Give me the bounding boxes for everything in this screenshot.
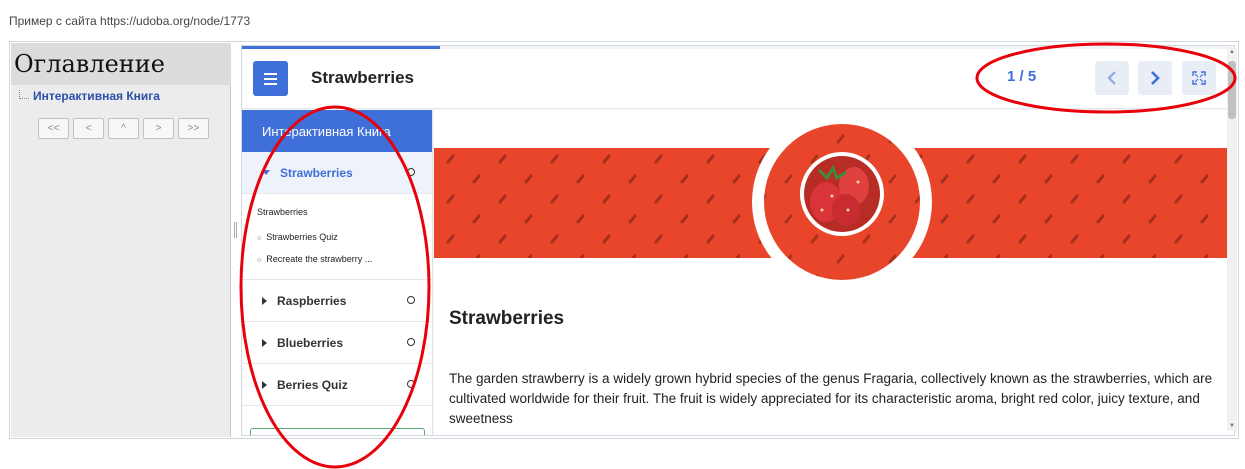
content-heading: Strawberries	[449, 308, 565, 329]
section-recreate-strawberry[interactable]: Recreate the strawberry ...	[257, 253, 432, 266]
fullscreen-button[interactable]	[1182, 61, 1216, 95]
toc-panel: Оглавление Интерактивная Книга << < ^ > …	[11, 43, 231, 437]
caret-down-icon	[262, 170, 270, 175]
chapter-berries-quiz[interactable]: Berries Quiz	[242, 364, 432, 406]
toc-first-button[interactable]: <<	[38, 118, 69, 139]
next-page-button[interactable]	[1138, 61, 1172, 95]
sidebar-header: Интерактивная Книга	[242, 110, 432, 152]
content-scrollbar[interactable]: ▲ ▼	[1227, 47, 1237, 431]
hamburger-icon-line	[264, 77, 277, 80]
page-content: Strawberries The garden strawberry is a …	[434, 110, 1234, 435]
hamburger-icon	[264, 72, 277, 75]
chevron-right-icon	[1151, 71, 1160, 85]
fullscreen-icon	[1192, 71, 1206, 85]
toc-item-interactive-book[interactable]: Интерактивная Книга	[19, 89, 160, 103]
content-frame: Оглавление Интерактивная Книга << < ^ > …	[9, 41, 1239, 439]
toc-title: Оглавление	[11, 43, 231, 85]
chapter-label: Strawberries	[280, 165, 353, 180]
chapter-sections: Strawberries Strawberries Quiz Recreate …	[242, 194, 432, 280]
toc-prev-button[interactable]: <	[73, 118, 104, 139]
menu-button[interactable]	[253, 61, 288, 96]
chapter-blueberries[interactable]: Blueberries	[242, 322, 432, 364]
scrollbar-thumb[interactable]	[1228, 61, 1236, 119]
caret-right-icon	[262, 296, 267, 305]
section-strawberries-quiz[interactable]: Strawberries Quiz	[257, 231, 432, 244]
strawberry-banner-image	[434, 110, 1234, 290]
chapter-label: Berries Quiz	[277, 377, 348, 392]
scroll-up-icon[interactable]: ▲	[1229, 49, 1235, 55]
page: Пример с сайта https://udoba.org/node/17…	[0, 0, 1245, 469]
chapter-label: Blueberries	[277, 335, 344, 350]
panel-resize-handle[interactable]	[234, 222, 237, 238]
sidebar-summary-button[interactable]	[250, 428, 425, 435]
section-strawberries[interactable]: Strawberries	[257, 206, 432, 219]
chevron-left-icon	[1107, 71, 1116, 85]
toc-item-label: Интерактивная Книга	[33, 89, 160, 103]
caret-right-icon	[262, 338, 267, 347]
source-caption: Пример с сайта https://udoba.org/node/17…	[9, 14, 251, 28]
chapter-label: Raspberries	[277, 293, 347, 308]
toc-up-button[interactable]: ^	[108, 118, 139, 139]
chapter-status-icon	[407, 380, 415, 388]
chapter-raspberries[interactable]: Raspberries	[242, 280, 432, 322]
scroll-down-icon[interactable]: ▼	[1229, 423, 1235, 429]
book-header: Strawberries 1 / 5	[242, 49, 1234, 109]
toc-navigation: << < ^ > >>	[38, 118, 209, 139]
page-counter: 1 / 5	[1007, 68, 1037, 85]
hamburger-icon-line	[264, 82, 277, 85]
book-title: Strawberries	[311, 68, 414, 87]
previous-page-button[interactable]	[1095, 61, 1129, 95]
chapter-status-icon	[407, 168, 415, 176]
chapter-strawberries[interactable]: Strawberries	[242, 152, 432, 194]
chapter-status-icon	[407, 338, 415, 346]
toc-next-button[interactable]: >	[143, 118, 174, 139]
tree-branch-icon	[19, 90, 29, 99]
interactive-book: Strawberries 1 / 5 Интерактивная Книга S…	[241, 45, 1235, 436]
book-navigation-sidebar: Интерактивная Книга Strawberries Strawbe…	[242, 110, 433, 435]
content-paragraph: The garden strawberry is a widely grown …	[449, 371, 1213, 426]
toc-last-button[interactable]: >>	[178, 118, 209, 139]
caret-right-icon	[262, 380, 267, 389]
chapter-status-icon	[407, 296, 415, 304]
